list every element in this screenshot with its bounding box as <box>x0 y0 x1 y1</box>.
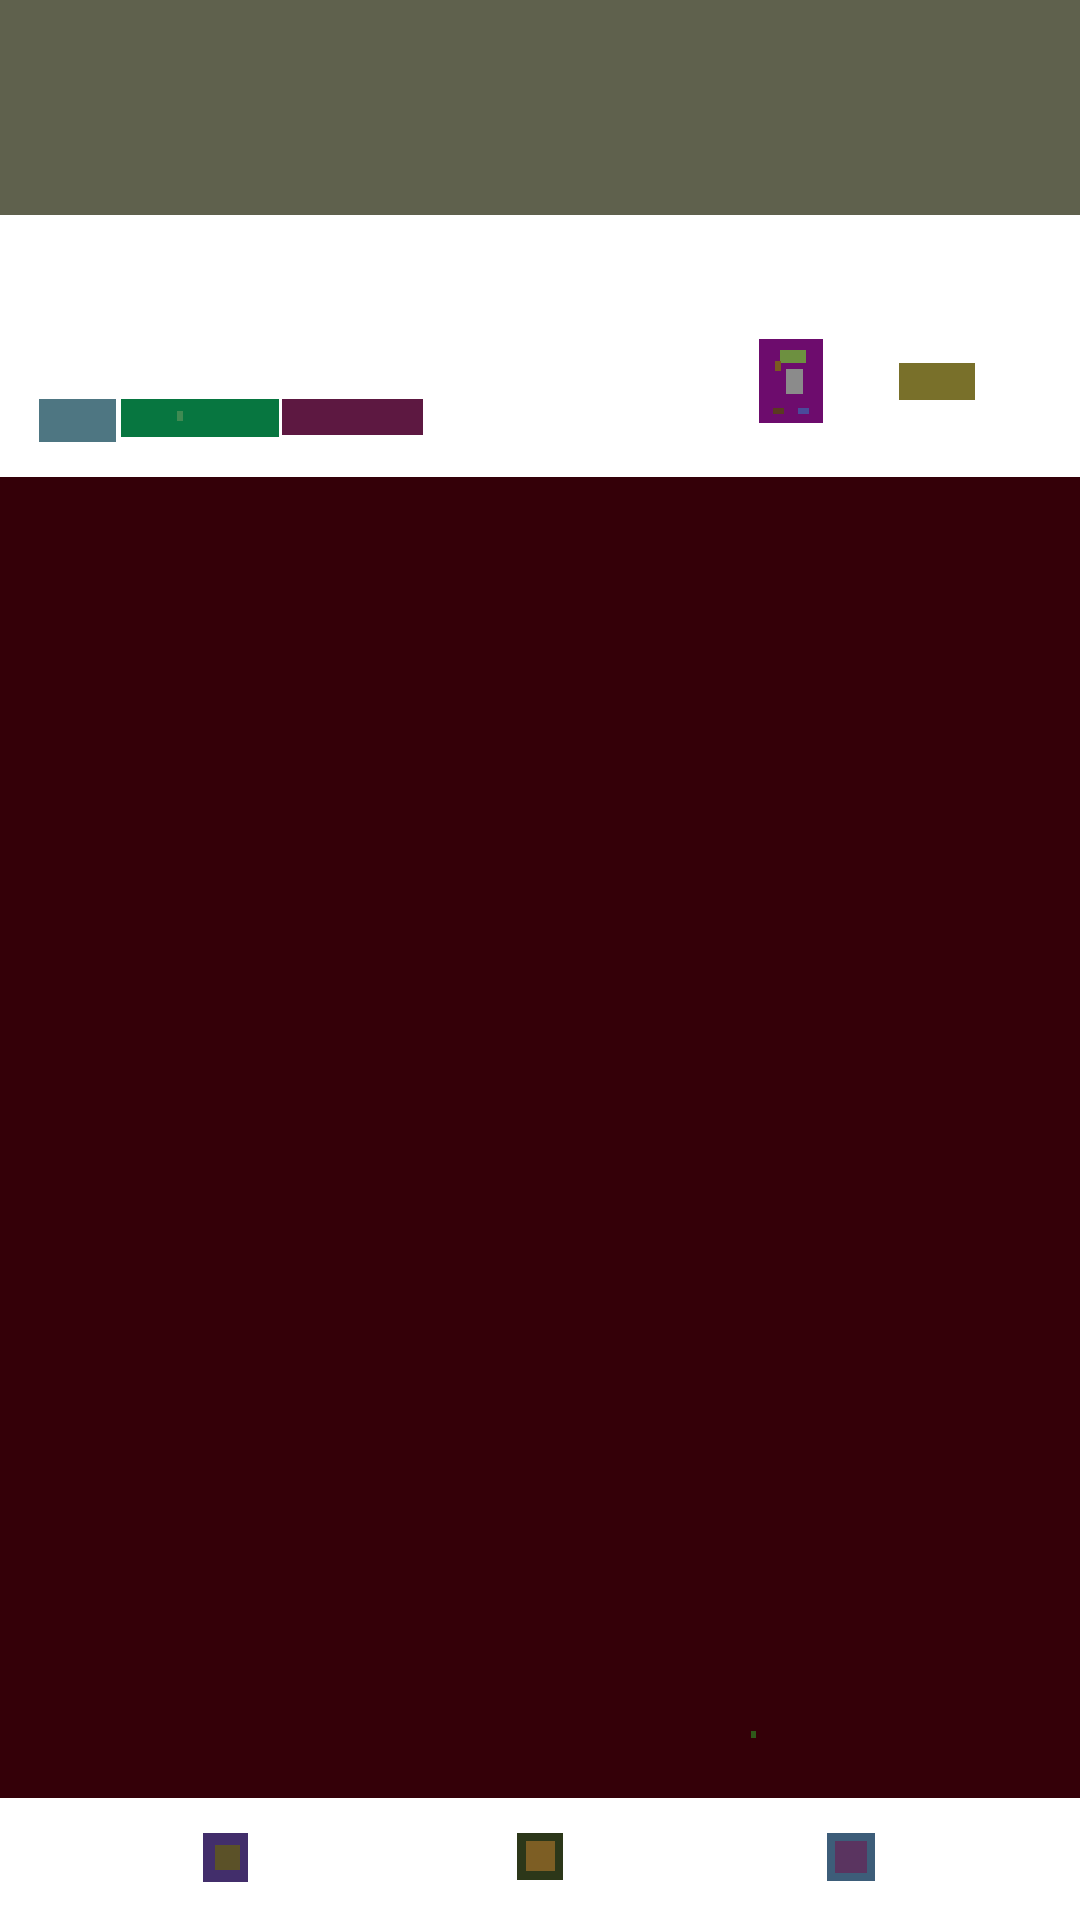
nav-item-1[interactable] <box>203 1833 248 1882</box>
profile-card-foot-left <box>773 408 784 414</box>
content-marker <box>751 1731 756 1738</box>
nav-item-1-icon <box>215 1845 240 1870</box>
content-area <box>0 477 1080 1798</box>
status-area <box>0 0 1080 215</box>
profile-card-banner <box>780 350 806 363</box>
tab-1[interactable] <box>39 399 116 442</box>
nav-item-3[interactable] <box>827 1833 875 1881</box>
profile-card-flag-icon <box>775 361 781 371</box>
nav-item-3-icon <box>835 1841 867 1873</box>
profile-card-figure <box>786 369 803 394</box>
profile-card[interactable] <box>759 339 823 423</box>
nav-item-2[interactable] <box>517 1833 563 1880</box>
app-screen <box>0 0 1080 1920</box>
tab-3[interactable] <box>282 399 423 435</box>
toolbar <box>0 215 1080 477</box>
action-button[interactable] <box>899 363 975 400</box>
tab-2-indicator-icon <box>177 411 183 421</box>
nav-item-2-icon <box>526 1841 555 1871</box>
tab-2[interactable] <box>121 399 279 437</box>
profile-card-foot-right <box>798 408 809 414</box>
